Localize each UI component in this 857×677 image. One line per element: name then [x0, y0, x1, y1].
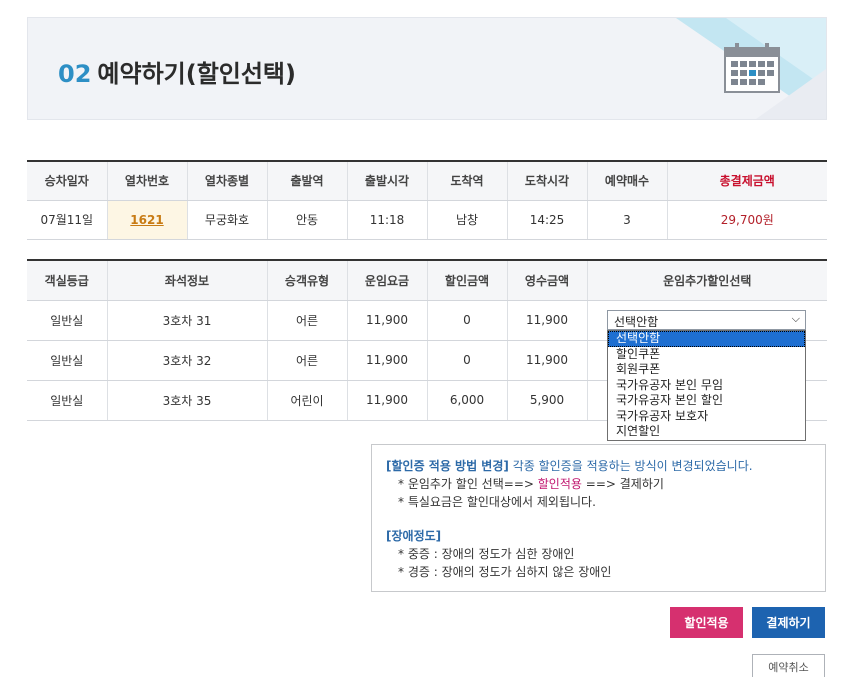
col-header: 도착시각 [506, 161, 587, 201]
seat-info: 3호차 32 [106, 340, 267, 381]
seat-table-header: 객실등급 좌석정보 승객유형 운임요금 할인금액 영수금액 운임추가할인선택 [27, 260, 827, 301]
train-number-link[interactable]: 1621 [130, 213, 163, 227]
notice-mild-line: * 경증 : 장애의 정도가 심하지 않은 장애인 [398, 565, 612, 579]
train-number-cell: 1621 [106, 200, 187, 240]
col-header: 좌석정보 [106, 260, 267, 301]
col-header: 운임요금 [346, 260, 427, 301]
col-header: 승차일자 [27, 161, 107, 201]
train-type: 무궁화호 [186, 200, 267, 240]
col-header: 열차종별 [186, 161, 267, 201]
col-header: 열차번호 [106, 161, 187, 201]
cancel-reservation-button[interactable]: 예약취소 [752, 654, 825, 677]
col-header: 할인금액 [426, 260, 507, 301]
calendar-icon [724, 43, 780, 93]
header-banner: 02 예약하기(할인선택) [27, 17, 827, 120]
notice-step-pre: * 운임추가 할인 선택==> [398, 477, 534, 491]
departure-time: 11:18 [346, 200, 427, 240]
seat-grade: 일반실 [27, 380, 107, 421]
seat-info: 3호차 31 [106, 300, 267, 341]
total-amount: 29,700원 [666, 200, 827, 240]
notice-box: [할인증 적용 방법 변경] 각종 할인증을 적용하는 방식이 변경되었습니다.… [371, 444, 826, 592]
trip-table: 승차일자 열차번호 열차종별 출발역 출발시각 도착역 도착시각 예약매수 총결… [27, 160, 827, 240]
pay-button[interactable]: 결제하기 [752, 607, 825, 638]
fare: 11,900 [346, 380, 427, 421]
discount-amount: 0 [426, 300, 507, 341]
dropdown-option[interactable]: 국가유공자 본인 할인 [608, 393, 805, 409]
discount-select[interactable]: 선택안함 ⌵ [607, 310, 806, 330]
seat-info: 3호차 35 [106, 380, 267, 421]
discount-amount: 6,000 [426, 380, 507, 421]
notice-premium-line: * 특실요금은 할인대상에서 제외됩니다. [398, 495, 596, 509]
receipt-amount: 5,900 [506, 380, 587, 421]
col-header: 객실등급 [27, 260, 107, 301]
page-title-text: 예약하기(할인선택) [97, 60, 296, 88]
arrival-station: 남창 [426, 200, 507, 240]
fare: 11,900 [346, 300, 427, 341]
notice-step-line: * 운임추가 할인 선택==> 할인적용 ==> 결제하기 [386, 475, 811, 493]
seat-grade: 일반실 [27, 300, 107, 341]
table-row: 07월11일 1621 무궁화호 안동 11:18 남창 14:25 3 29,… [27, 200, 827, 240]
col-header: 도착역 [426, 161, 507, 201]
discount-dropdown: 선택안함 할인쿠폰 회원쿠폰 국가유공자 본인 무임 국가유공자 본인 할인 국… [607, 330, 806, 441]
col-header-total: 총결제금액 [666, 161, 827, 201]
fare: 11,900 [346, 340, 427, 381]
apply-discount-button[interactable]: 할인적용 [670, 607, 743, 638]
dropdown-option[interactable]: 선택안함 [608, 331, 805, 347]
receipt-amount: 11,900 [506, 340, 587, 381]
arrival-time: 14:25 [506, 200, 587, 240]
departure-station: 안동 [266, 200, 347, 240]
col-header: 출발역 [266, 161, 347, 201]
trip-date: 07월11일 [27, 200, 107, 240]
notice-severe-line: * 중증 : 장애의 정도가 심한 장애인 [398, 547, 575, 561]
col-header: 운임추가할인선택 [586, 260, 827, 301]
notice-change-title: [할인증 적용 방법 변경] [386, 459, 509, 473]
col-header: 예약매수 [586, 161, 667, 201]
passenger-type: 어른 [266, 340, 347, 381]
notice-step-post: ==> 결제하기 [585, 477, 664, 491]
notice-change-line: [할인증 적용 방법 변경] 각종 할인증을 적용하는 방식이 변경되었습니다. [386, 457, 811, 475]
discount-select-value: 선택안함 [614, 315, 659, 329]
discount-amount: 0 [426, 340, 507, 381]
ticket-count: 3 [586, 200, 667, 240]
step-number: 02 [58, 60, 92, 88]
dropdown-option[interactable]: 할인쿠폰 [608, 347, 805, 363]
col-header: 영수금액 [506, 260, 587, 301]
dropdown-option[interactable]: 국가유공자 본인 무임 [608, 378, 805, 394]
dropdown-option[interactable]: 국가유공자 보호자 [608, 409, 805, 425]
receipt-amount: 11,900 [506, 300, 587, 341]
col-header: 승객유형 [266, 260, 347, 301]
col-header: 출발시각 [346, 161, 427, 201]
seat-grade: 일반실 [27, 340, 107, 381]
notice-step-mid: 할인적용 [537, 477, 582, 491]
trip-table-header: 승차일자 열차번호 열차종별 출발역 출발시각 도착역 도착시각 예약매수 총결… [27, 161, 827, 201]
dropdown-option[interactable]: 회원쿠폰 [608, 362, 805, 378]
passenger-type: 어린이 [266, 380, 347, 421]
page-title: 02 예약하기(할인선택) [58, 54, 296, 89]
passenger-type: 어른 [266, 300, 347, 341]
dropdown-option[interactable]: 지연할인 [608, 424, 805, 440]
chevron-down-icon: ⌵ [791, 312, 800, 325]
notice-change-desc: 각종 할인증을 적용하는 방식이 변경되었습니다. [512, 459, 753, 473]
notice-disability-title: [장애정도] [386, 529, 442, 543]
